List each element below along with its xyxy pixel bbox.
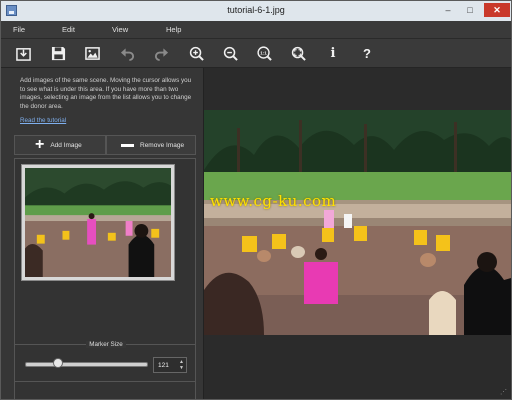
image-actions: + Add Image Remove Image — [14, 135, 196, 155]
download-icon — [15, 47, 31, 61]
help-icon: ? — [363, 45, 371, 61]
left-panel: Add images of the same scene. Moving the… — [1, 68, 204, 399]
undo-button[interactable] — [116, 43, 138, 63]
menu-file[interactable]: File — [13, 25, 25, 34]
minimize-button[interactable]: – — [439, 3, 457, 17]
zoom-fit-icon — [291, 46, 306, 61]
save-button[interactable] — [47, 43, 69, 63]
marker-size-spinbox[interactable]: 121 ▲ ▼ — [153, 357, 187, 373]
image-icon — [84, 46, 100, 60]
zoom-in-button[interactable] — [185, 43, 207, 63]
thumbnail-image — [25, 168, 171, 277]
title-bar[interactable]: tutorial-6-1.jpg – □ ✕ — [1, 1, 511, 21]
floppy-disk-icon — [51, 46, 65, 60]
zoom-actual-text: 1:1 — [260, 50, 267, 55]
marker-size-slider[interactable] — [25, 362, 148, 367]
save-to-disk-button[interactable] — [12, 43, 34, 63]
marker-size-value: 121 — [158, 362, 169, 369]
menu-bar: File Edit View Help — [1, 21, 511, 39]
zoom-actual-button[interactable]: 1:1 — [253, 43, 275, 63]
open-image-button[interactable] — [81, 43, 103, 63]
image-list-item[interactable] — [21, 164, 175, 281]
add-image-button[interactable]: + Add Image — [14, 135, 106, 155]
marker-size-label: Marker Size — [86, 341, 126, 348]
redo-button[interactable] — [150, 43, 172, 63]
help-button[interactable]: ? — [356, 43, 378, 63]
info-icon: i — [330, 45, 336, 61]
add-image-label: Add Image — [50, 141, 82, 149]
toolbar: 1:1 i ? — [1, 39, 511, 68]
app-window: tutorial-6-1.jpg – □ ✕ File Edit View He… — [0, 0, 512, 400]
read-tutorial-link[interactable]: Read the tutorial — [20, 117, 66, 124]
menu-edit[interactable]: Edit — [62, 25, 75, 34]
minus-icon — [121, 143, 134, 147]
menu-view[interactable]: View — [112, 25, 128, 34]
undo-icon — [120, 47, 134, 61]
spin-arrows-icon[interactable]: ▲ ▼ — [179, 359, 184, 371]
redo-icon — [154, 47, 168, 61]
image-canvas[interactable]: www.cg-ku.com ⋰ — [204, 68, 511, 399]
marker-size-group: Marker Size 121 ▲ ▼ — [14, 341, 196, 382]
remove-image-label: Remove Image — [140, 141, 185, 149]
info-button[interactable]: i — [322, 43, 344, 63]
main-photo[interactable]: www.cg-ku.com — [204, 110, 511, 335]
plus-icon: + — [35, 136, 45, 153]
close-button[interactable]: ✕ — [484, 3, 510, 17]
window-title: tutorial-6-1.jpg — [227, 5, 285, 15]
maximize-button[interactable]: □ — [461, 3, 479, 17]
zoom-out-button[interactable] — [219, 43, 241, 63]
watermark-text: www.cg-ku.com — [210, 192, 337, 210]
zoom-actual-size-icon: 1:1 — [256, 45, 272, 61]
zoom-in-icon — [189, 46, 204, 61]
instructions-text: Add images of the same scene. Moving the… — [20, 77, 192, 110]
zoom-out-icon — [223, 46, 238, 61]
remove-image-button[interactable]: Remove Image — [106, 135, 196, 155]
zoom-fit-button[interactable] — [287, 43, 309, 63]
resize-grip-icon[interactable]: ⋰ — [500, 388, 508, 396]
menu-help[interactable]: Help — [166, 25, 181, 34]
